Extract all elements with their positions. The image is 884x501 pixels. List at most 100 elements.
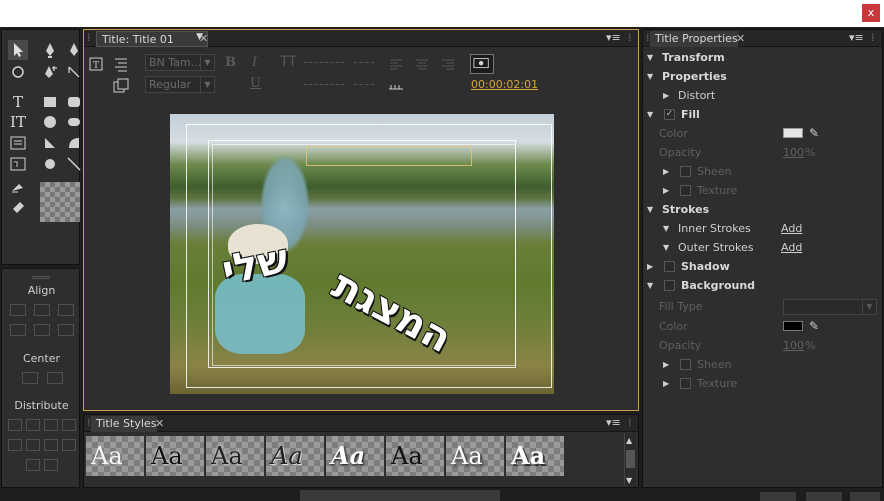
selection-tool-icon[interactable] [8, 40, 28, 60]
align-left-icon[interactable] [10, 304, 26, 316]
panel-grip-icon[interactable]: ⁞ [646, 31, 650, 44]
panel-grip-right-icon[interactable]: ⁞ [628, 416, 632, 429]
expand-strokes-icon[interactable]: ▼ [647, 200, 653, 219]
wedge-tool-icon[interactable] [40, 133, 60, 153]
align-middle-icon[interactable] [34, 324, 50, 336]
scroll-thumb[interactable] [626, 450, 635, 468]
tracking-field[interactable] [354, 84, 374, 85]
close-tab-icon[interactable]: ✕ [736, 32, 745, 45]
background-row[interactable]: ▼ Background [643, 276, 882, 295]
fill-row[interactable]: ▼ ✓ Fill [643, 105, 882, 124]
add-outer-stroke-link[interactable]: Add [781, 238, 802, 257]
distribute-9-icon[interactable] [26, 459, 40, 471]
roll-crawl-icon[interactable]: T [87, 54, 107, 74]
font-size-field[interactable] [304, 62, 344, 63]
inner-strokes-row[interactable]: ▼ Inner Strokes Add [643, 219, 882, 238]
expand-outer-strokes-icon[interactable]: ▼ [663, 238, 669, 257]
center-horizontal-icon[interactable] [22, 372, 38, 384]
ellipse-tool-icon[interactable] [40, 112, 60, 132]
strokes-row[interactable]: ▼ Strokes [643, 200, 882, 219]
shadow-row[interactable]: ▶ Shadow [643, 257, 882, 276]
panel-grip-right-icon[interactable]: ⁞ [871, 31, 875, 44]
shadow-checkbox[interactable] [664, 261, 675, 272]
close-button[interactable]: x [862, 4, 880, 22]
area-type-tool-icon[interactable] [8, 133, 28, 153]
style-sample-5[interactable]: Aa [326, 436, 384, 476]
fill-opacity-value[interactable]: 100 [783, 143, 804, 162]
bg-color-swatch[interactable] [783, 321, 803, 331]
rounded-rectangle-tool-icon[interactable] [64, 92, 84, 112]
style-sample-3[interactable]: Aa [206, 436, 264, 476]
align-center-text-icon[interactable] [412, 54, 432, 74]
bottom-button-3[interactable] [850, 492, 880, 501]
wedge-select-tool-icon[interactable] [8, 176, 28, 196]
timecode[interactable]: 00:00:02:01 [471, 78, 538, 91]
align-bottom-icon[interactable] [58, 324, 74, 336]
underline-button[interactable]: U [250, 76, 261, 91]
pen-tool-2-icon[interactable] [64, 40, 84, 60]
expand-distort-icon[interactable]: ▶ [663, 86, 669, 105]
bold-button[interactable]: B [225, 55, 236, 70]
distribute-1-icon[interactable] [8, 419, 22, 431]
add-anchor-tool-icon[interactable] [40, 62, 60, 82]
show-background-video-button[interactable] [470, 54, 494, 74]
panel-menu-icon[interactable]: ▾≡ [606, 416, 621, 429]
add-inner-stroke-link[interactable]: Add [781, 219, 802, 238]
tab-title-01[interactable]: Title: Title 01 ▼ [96, 31, 208, 47]
tab-title-properties[interactable]: Title Properties [650, 31, 738, 47]
rectangle-tool-icon[interactable] [40, 92, 60, 112]
styles-scrollbar[interactable]: ▲ ▼ [624, 434, 636, 486]
style-sample-8[interactable]: Aa [506, 436, 564, 476]
leading-field[interactable] [354, 62, 374, 63]
templates-icon[interactable] [111, 76, 131, 96]
expand-bg-texture-icon[interactable]: ▶ [663, 374, 669, 393]
font-family-select[interactable]: BN Tam... ▼ [145, 54, 215, 71]
horizontal-scrollbar[interactable] [300, 490, 500, 501]
bottom-button-2[interactable] [806, 492, 842, 501]
tab-stops-icon[interactable] [111, 54, 131, 74]
title-canvas[interactable]: שלי המצגת [170, 114, 554, 394]
expand-transform-icon[interactable]: ▼ [647, 48, 653, 67]
tab-stops-ruler-icon[interactable] [386, 76, 406, 96]
scroll-up-icon[interactable]: ▲ [626, 436, 632, 445]
transform-row[interactable]: ▼ Transform [643, 48, 882, 67]
kerning-field[interactable] [304, 84, 344, 85]
sheen-row[interactable]: ▶ Sheen [643, 162, 882, 181]
eyedropper-icon[interactable]: ✎ [809, 124, 819, 143]
close-tab-icon[interactable]: ✕ [155, 417, 164, 430]
style-sample-2[interactable]: Aa [146, 436, 204, 476]
bottom-button-1[interactable] [760, 492, 796, 501]
expand-sheen-icon[interactable]: ▶ [663, 162, 669, 181]
chevron-down-icon[interactable]: ▼ [862, 300, 876, 314]
bg-sheen-row[interactable]: ▶ Sheen [643, 355, 882, 374]
sheen-checkbox[interactable] [680, 166, 691, 177]
expand-fill-icon[interactable]: ▼ [647, 105, 653, 124]
font-size-icon[interactable]: TT [280, 54, 297, 94]
panel-menu-icon[interactable]: ▾≡ [606, 31, 621, 44]
outer-strokes-row[interactable]: ▼ Outer Strokes Add [643, 238, 882, 257]
fill-type-select[interactable]: ▼ [783, 299, 877, 315]
fill-checkbox[interactable]: ✓ [664, 109, 675, 120]
align-right-icon[interactable] [58, 304, 74, 316]
distort-row[interactable]: ▶ Distort [643, 86, 882, 105]
fill-color-swatch[interactable] [783, 128, 803, 138]
expand-texture-icon[interactable]: ▶ [663, 181, 669, 200]
style-sample-6[interactable]: Aa [386, 436, 444, 476]
arc-tool-icon[interactable] [64, 133, 84, 153]
chevron-down-icon[interactable]: ▼ [200, 77, 214, 92]
distribute-7-icon[interactable] [44, 439, 58, 451]
distribute-4-icon[interactable] [62, 419, 76, 431]
scroll-down-icon[interactable]: ▼ [626, 476, 632, 485]
expand-inner-strokes-icon[interactable]: ▼ [663, 219, 669, 238]
center-vertical-icon[interactable] [47, 372, 63, 384]
align-top-icon[interactable] [10, 324, 26, 336]
expand-bg-sheen-icon[interactable]: ▶ [663, 355, 669, 374]
distribute-3-icon[interactable] [44, 419, 58, 431]
texture-checkbox[interactable] [680, 185, 691, 196]
style-sample-1[interactable]: Aa [86, 436, 144, 476]
eraser-tool-icon[interactable] [8, 196, 28, 216]
texture-row[interactable]: ▶ Texture [643, 181, 882, 200]
background-checkbox[interactable] [664, 280, 675, 291]
clipped-ellipse-tool-icon[interactable] [40, 154, 60, 174]
chevron-down-icon[interactable]: ▼ [200, 55, 214, 70]
